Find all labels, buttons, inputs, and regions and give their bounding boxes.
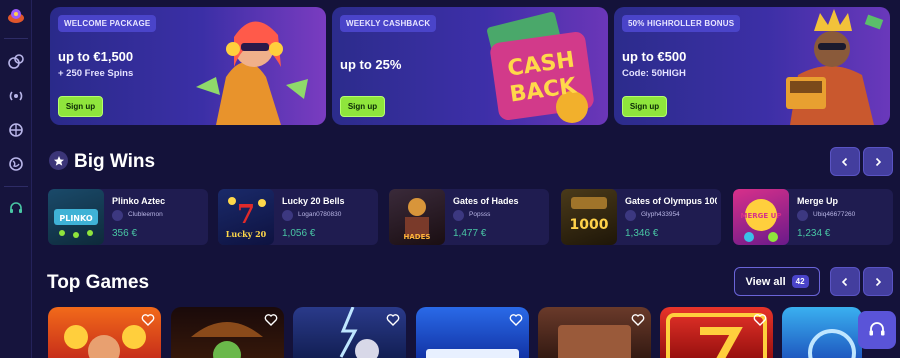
promo-character-art — [196, 21, 308, 125]
win-username: Logan0780830 — [298, 211, 342, 218]
win-game-name: Gates of Hades — [453, 196, 519, 206]
sidebar-divider — [4, 186, 28, 187]
user-icon — [453, 210, 464, 221]
svg-text:7: 7 — [237, 200, 255, 230]
win-game-name: Merge Up — [797, 196, 839, 206]
support-headset-icon[interactable] — [6, 198, 26, 218]
game-tile[interactable] — [782, 307, 862, 358]
thumb-text: HADES — [404, 233, 431, 241]
win-amount: 1,234 € — [797, 228, 831, 239]
win-amount: 356 € — [112, 228, 138, 239]
star-icon — [49, 151, 68, 170]
user-icon — [625, 210, 636, 221]
game-tile[interactable] — [48, 307, 161, 358]
top-games-next-button[interactable] — [863, 267, 893, 296]
win-username: Ubiq46677260 — [813, 211, 856, 218]
game-thumbnail: PLINKO — [48, 189, 104, 245]
game-tile[interactable] — [293, 307, 406, 358]
win-username: Glyph433954 — [641, 211, 680, 218]
chevron-left-icon — [841, 277, 848, 286]
chevron-left-icon — [841, 157, 848, 166]
promo-highroller-bonus[interactable]: 50% HIGHROLLER BONUS up to €500 Code: 50… — [614, 7, 890, 125]
promo-weekly-cashback[interactable]: WEEKLY CASHBACK up to 25% Sign up CASH B… — [332, 7, 608, 125]
games-count-badge: 42 — [791, 275, 809, 288]
sidebar-divider — [4, 38, 28, 39]
win-game-name: Lucky 20 Bells — [282, 196, 345, 206]
win-game-name: Gates of Olympus 1000 — [625, 196, 717, 206]
favorite-heart-icon[interactable] — [753, 313, 767, 327]
thumb-text: 1000 — [570, 217, 609, 233]
big-win-card[interactable]: 7 Lucky 20 Lucky 20 Bells Logan0780830 1,… — [218, 189, 378, 245]
win-amount: 1,477 € — [453, 228, 487, 239]
favorite-heart-icon[interactable] — [264, 313, 278, 327]
sign-up-button[interactable]: Sign up — [58, 96, 103, 117]
big-wins-next-button[interactable] — [863, 147, 893, 176]
promo-subline: + 250 Free Spins — [58, 68, 134, 79]
favorite-heart-icon[interactable] — [631, 313, 645, 327]
game-thumbnail: HADES — [389, 189, 445, 245]
promo-badge: WEEKLY CASHBACK — [340, 15, 437, 32]
win-amount: 1,056 € — [282, 228, 316, 239]
dice-icon[interactable] — [6, 52, 26, 72]
big-win-card[interactable]: HADES Gates of Hades Popsss 1,477 € — [389, 189, 549, 245]
cashback-wallet-art: CASH BACK — [487, 11, 594, 123]
headset-icon — [869, 322, 885, 336]
game-thumbnail: 1000 — [561, 189, 617, 245]
big-win-card[interactable]: 1000 Gates of Olympus 1000 Glyph433954 1… — [561, 189, 721, 245]
big-wins-prev-button[interactable] — [830, 147, 860, 176]
favorite-heart-icon[interactable] — [141, 313, 155, 327]
game-tile[interactable] — [171, 307, 284, 358]
game-thumbnail: 7 Lucky 20 — [218, 189, 274, 245]
user-icon — [282, 210, 293, 221]
top-games-prev-button[interactable] — [830, 267, 860, 296]
promo-badge: 50% HIGHROLLER BONUS — [622, 15, 741, 32]
promo-subline: Code: 50HIGH — [622, 68, 686, 79]
promo-welcome-package[interactable]: WELCOME PACKAGE up to €1,500 + 250 Free … — [50, 7, 326, 125]
user-icon — [797, 210, 808, 221]
user-icon — [112, 210, 123, 221]
win-username: Clubleemon — [128, 211, 163, 218]
view-all-button[interactable]: View all 42 — [734, 267, 820, 296]
big-win-card[interactable]: PLINKO Plinko Aztec Clubleemon 356 € — [48, 189, 208, 245]
game-thumbnail: MERGE UP — [733, 189, 789, 245]
favorite-heart-icon[interactable] — [509, 313, 523, 327]
promo-headline: up to €1,500 — [58, 49, 134, 64]
chevron-right-icon — [875, 277, 882, 286]
view-all-label: View all — [745, 275, 786, 288]
promo-headline: up to €500 — [622, 49, 687, 64]
win-amount: 1,346 € — [625, 228, 659, 239]
win-username: Popsss — [469, 211, 491, 218]
chevron-right-icon — [875, 157, 882, 166]
king-character-art — [786, 9, 884, 125]
thumb-text: MERGE UP — [741, 212, 782, 220]
promo-badge: WELCOME PACKAGE — [58, 15, 157, 32]
game-tile[interactable] — [416, 307, 529, 358]
globe-icon[interactable] — [6, 154, 26, 174]
thumb-text: PLINKO — [59, 214, 92, 223]
top-games-title: Top Games — [47, 272, 150, 293]
sign-up-button[interactable]: Sign up — [622, 96, 667, 117]
sign-up-button[interactable]: Sign up — [340, 96, 385, 117]
basketball-icon[interactable] — [6, 120, 26, 140]
game-tile[interactable] — [538, 307, 651, 358]
promo-headline: up to 25% — [340, 57, 402, 72]
win-game-name: Plinko Aztec — [112, 196, 166, 206]
main-content: WELCOME PACKAGE up to €1,500 + 250 Free … — [32, 0, 900, 358]
casino-logo-icon[interactable] — [6, 6, 26, 26]
game-tile[interactable] — [660, 307, 773, 358]
sidebar — [0, 0, 32, 358]
thumb-text: Lucky 20 — [226, 229, 267, 239]
live-support-button[interactable] — [858, 311, 896, 349]
big-wins-title: Big Wins — [74, 151, 156, 172]
live-broadcast-icon[interactable] — [6, 86, 26, 106]
big-win-card[interactable]: MERGE UP Merge Up Ubiq46677260 1,234 € — [733, 189, 893, 245]
favorite-heart-icon[interactable] — [386, 313, 400, 327]
